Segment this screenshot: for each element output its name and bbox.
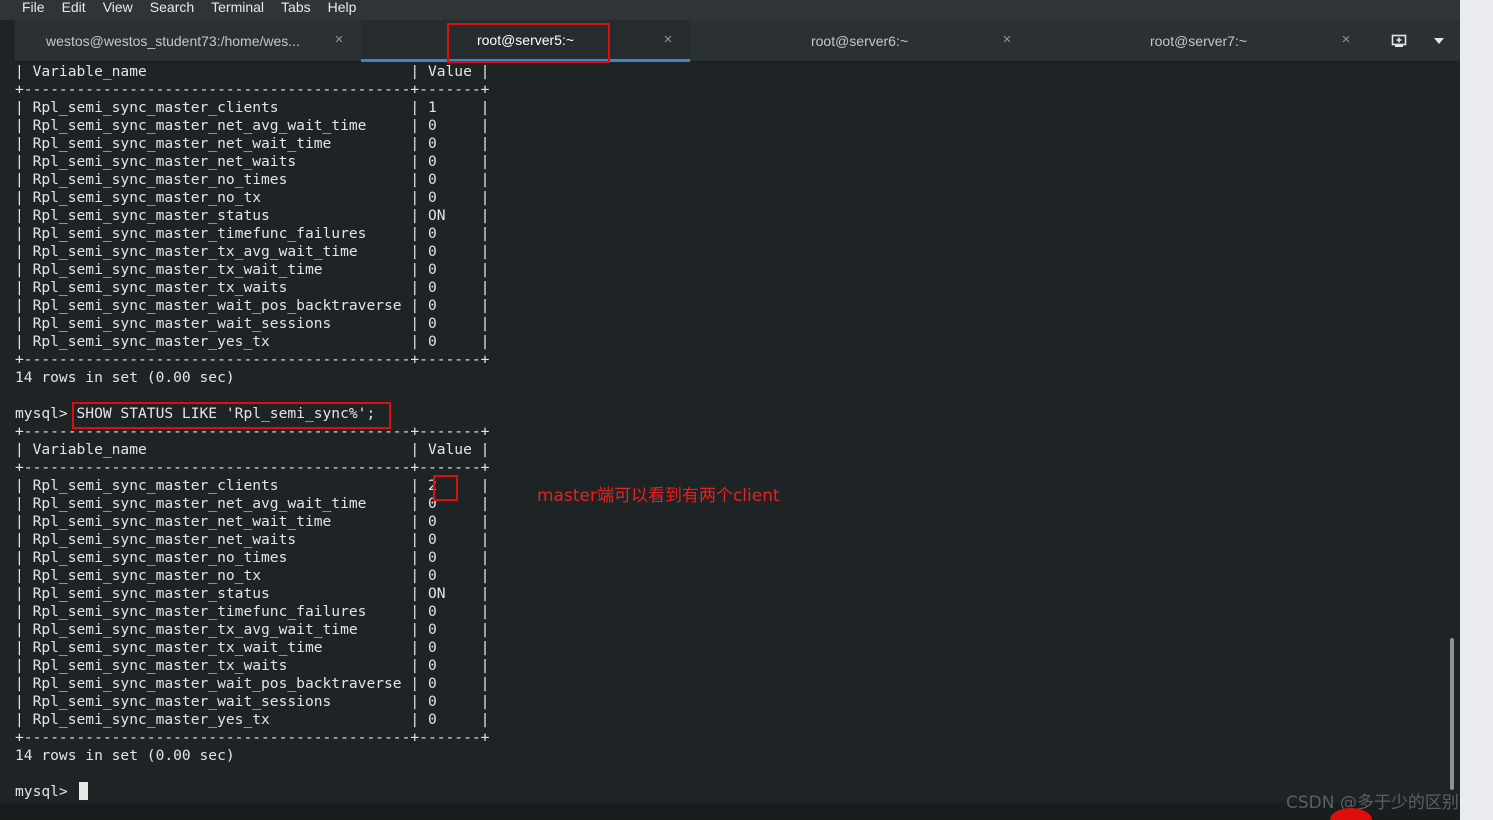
terminal-line: | Rpl_semi_sync_master_net_avg_wait_time… bbox=[15, 495, 490, 512]
highlight-clients-value bbox=[433, 475, 458, 501]
terminal-line: | Rpl_semi_sync_master_wait_sessions | 0… bbox=[15, 693, 490, 710]
watermark: CSDN @多于少的区别 bbox=[1286, 793, 1459, 813]
terminal-line: | Rpl_semi_sync_master_net_waits | 0 | bbox=[15, 153, 490, 170]
chevron-down-icon bbox=[1434, 38, 1444, 44]
menu-view[interactable]: View bbox=[103, 0, 133, 14]
menu-tabs[interactable]: Tabs bbox=[281, 0, 311, 14]
tabs-menu-button[interactable] bbox=[1421, 20, 1457, 62]
tab-label: westos@westos_student73:/home/wes... bbox=[46, 33, 300, 49]
scrollbar[interactable] bbox=[1445, 63, 1460, 803]
terminal-text: | Variable_name | Value | +--------------… bbox=[15, 63, 489, 801]
terminal-line: | Rpl_semi_sync_master_net_avg_wait_time… bbox=[15, 117, 490, 134]
terminal-line: | Rpl_semi_sync_master_net_wait_time | 0… bbox=[15, 135, 490, 152]
desktop-edge bbox=[1460, 0, 1493, 820]
terminal-line: | Rpl_semi_sync_master_tx_wait_time | 0 … bbox=[15, 261, 490, 278]
tab-server7[interactable]: root@server7:~ × bbox=[1029, 20, 1368, 62]
terminal-line: | Rpl_semi_sync_master_net_waits | 0 | bbox=[15, 531, 490, 548]
terminal-line: | Rpl_semi_sync_master_net_wait_time | 0… bbox=[15, 513, 490, 530]
terminal-line: | Rpl_semi_sync_master_yes_tx | 0 | bbox=[15, 711, 490, 728]
terminal-line: | Rpl_semi_sync_master_tx_waits | 0 | bbox=[15, 279, 490, 296]
menu-help[interactable]: Help bbox=[328, 0, 357, 14]
terminal-line: | Rpl_semi_sync_master_tx_wait_time | 0 … bbox=[15, 639, 490, 656]
window-bottom-edge bbox=[0, 803, 1460, 820]
menu-terminal[interactable]: Terminal bbox=[211, 0, 264, 14]
terminal-line: | Rpl_semi_sync_master_wait_sessions | 0… bbox=[15, 315, 490, 332]
menu-bar: File Edit View Search Terminal Tabs Help bbox=[0, 0, 1460, 20]
terminal-line: | Rpl_semi_sync_master_clients | 1 | bbox=[15, 99, 490, 116]
terminal-line: +---------------------------------------… bbox=[15, 351, 490, 368]
terminal-line: | Rpl_semi_sync_master_clients | 2 | bbox=[15, 477, 490, 494]
close-icon[interactable]: × bbox=[331, 32, 347, 48]
terminal-line: | Rpl_semi_sync_master_tx_avg_wait_time … bbox=[15, 621, 490, 638]
terminal-line: | Rpl_semi_sync_master_no_times | 0 | bbox=[15, 171, 490, 188]
tab-westos-student[interactable]: westos@westos_student73:/home/wes... × bbox=[15, 20, 361, 62]
close-icon[interactable]: × bbox=[1338, 32, 1354, 48]
menu-file[interactable]: File bbox=[22, 0, 45, 14]
menu-edit[interactable]: Edit bbox=[62, 0, 86, 14]
terminal-line: | Rpl_semi_sync_master_tx_avg_wait_time … bbox=[15, 243, 490, 260]
new-tab-button[interactable] bbox=[1381, 20, 1417, 62]
tab-label: root@server7:~ bbox=[1149, 33, 1248, 49]
highlight-command bbox=[72, 402, 391, 429]
terminal-line: | Rpl_semi_sync_master_wait_pos_backtrav… bbox=[15, 675, 490, 692]
terminal-output[interactable]: | Variable_name | Value | +--------------… bbox=[15, 63, 1445, 803]
scrollbar-thumb[interactable] bbox=[1450, 638, 1454, 790]
terminal-line: | Rpl_semi_sync_master_no_tx | 0 | bbox=[15, 567, 490, 584]
menu-search[interactable]: Search bbox=[150, 0, 194, 14]
tab-label: root@server6:~ bbox=[810, 33, 909, 49]
close-icon[interactable]: × bbox=[999, 32, 1015, 48]
terminal-line: | Variable_name | Value | bbox=[15, 441, 490, 458]
text-cursor bbox=[79, 782, 88, 800]
terminal-line: 14 rows in set (0.00 sec) bbox=[15, 747, 235, 764]
terminal-line: +---------------------------------------… bbox=[15, 729, 490, 746]
terminal-line: | Rpl_semi_sync_master_timefunc_failures… bbox=[15, 225, 490, 242]
terminal-line: | Rpl_semi_sync_master_tx_waits | 0 | bbox=[15, 657, 490, 674]
terminal-line: | Rpl_semi_sync_master_no_times | 0 | bbox=[15, 549, 490, 566]
tab-server6[interactable]: root@server6:~ × bbox=[690, 20, 1029, 62]
terminal-line: 14 rows in set (0.00 sec) bbox=[15, 369, 235, 386]
highlight-active-tab bbox=[447, 23, 610, 63]
annotation-text: master端可以看到有两个client bbox=[537, 486, 780, 506]
terminal-line: +---------------------------------------… bbox=[15, 81, 490, 98]
tab-bar: westos@westos_student73:/home/wes... × r… bbox=[15, 20, 1460, 62]
terminal-line: | Rpl_semi_sync_master_status | ON | bbox=[15, 207, 490, 224]
terminal-line: | Rpl_semi_sync_master_timefunc_failures… bbox=[15, 603, 490, 620]
terminal-line: | Rpl_semi_sync_master_wait_pos_backtrav… bbox=[15, 297, 490, 314]
terminal-line: | Rpl_semi_sync_master_no_tx | 0 | bbox=[15, 189, 490, 206]
terminal-window: File Edit View Search Terminal Tabs Help… bbox=[0, 0, 1493, 820]
terminal-line: +---------------------------------------… bbox=[15, 459, 490, 476]
new-tab-icon bbox=[1391, 34, 1407, 47]
terminal-line: | Rpl_semi_sync_master_yes_tx | 0 | bbox=[15, 333, 490, 350]
terminal-line: | Variable_name | Value | bbox=[15, 63, 490, 80]
terminal-line: | Rpl_semi_sync_master_status | ON | bbox=[15, 585, 490, 602]
close-icon[interactable]: × bbox=[660, 32, 676, 48]
